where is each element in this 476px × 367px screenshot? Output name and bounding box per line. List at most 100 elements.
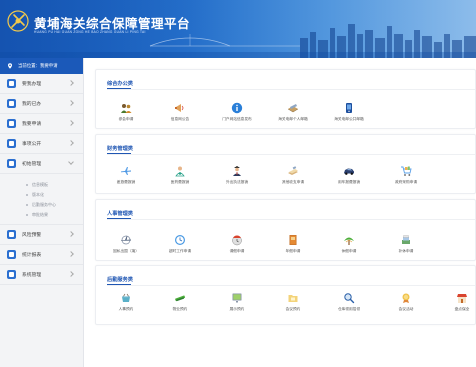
phone-icon [346,103,352,113]
init-icon [7,159,16,168]
app-portal-publish[interactable]: 门户网站信息发布 [207,102,267,122]
system-icon [7,270,16,279]
main-content: 综合办公类 参会申请 信息网公告 门户网站信息发布 海关电邮个人邮箱 海关电邮公… [95,64,476,367]
app-gov-procurement[interactable]: 政府采购申请 [376,165,436,185]
app-label: 仓库领用招领 [337,307,361,311]
app-label: 参会申请 [118,117,134,121]
app-meeting-booking[interactable]: 会议预约 [263,292,323,312]
divider [107,285,475,286]
app-enforcement-reimburse[interactable]: 外出执法报销 [207,165,267,185]
app-label: 信息网公告 [170,117,190,121]
app-private-travel[interactable]: 因私出国（境） [96,234,156,254]
app-label: 年假申请 [285,249,301,253]
section-general-office: 综合办公类 参会申请 信息网公告 门户网站信息发布 海关电邮个人邮箱 海关电邮公… [95,69,476,129]
monitor-icon [232,293,242,303]
app-leave-apply[interactable]: 请假申请 [207,234,267,254]
info-icon [231,102,243,114]
sidebar-item-system[interactable]: 系统管理 [0,265,83,285]
todo-icon [7,79,16,88]
done-icon [7,99,16,108]
app-subtitle: HUANG PU HAI GUAN ZONG HE BAO ZHANG GUAN… [34,30,146,34]
app-display-booking[interactable]: 展示预约 [207,292,267,312]
subnav-item[interactable]: 后勤服务中心 [0,200,83,210]
sidebar-item-label: 要我办理 [22,82,42,87]
app-label: 其他收支申请 [281,180,305,184]
cart-icon [401,166,412,176]
app-notice[interactable]: 信息网公告 [150,102,210,122]
chevron-right-icon [68,80,74,86]
chevron-right-icon [68,100,74,106]
app-property-booking[interactable]: 物业预约 [150,292,210,312]
app-label: 用车报费报销 [337,180,361,184]
subnav-item[interactable]: 审批结果 [0,210,83,220]
apply-icon [7,119,16,128]
folder-icon [288,295,298,302]
location-pin-icon [8,63,12,69]
magnifier-icon [344,293,355,304]
app-label: 医药费报销 [170,180,190,184]
section-logistics: 后勤服务类 人事预约 物业预约 展示预约 会议预约 仓库领用招领 会议活动 盘点… [95,265,476,325]
app-label: 政府采购申请 [394,180,418,184]
sidebar-item-label: 我的已办 [22,102,42,107]
book-icon [289,235,297,245]
app-overtime-apply[interactable]: 超时工作申请 [150,234,210,254]
car-icon [344,168,354,175]
divider [107,89,475,90]
calendar-clock-icon [232,235,242,246]
wrench-icon [175,295,186,302]
app-inventory-security[interactable]: 盘点保全 [432,292,476,312]
sidebar-item-apply[interactable]: 我要申请 [0,114,83,134]
section-title: 财务管理类 [107,146,133,154]
app-label: 差旅费报销 [116,180,136,184]
section-finance: 财务管理类 差旅费报销 医药费报销 外出执法报销 其他收支申请 用车报费报销 政… [95,134,476,194]
sidebar-item-risk[interactable]: 风险预警 [0,225,83,245]
sidebar-item-reports[interactable]: 统计报表 [0,245,83,265]
reports-icon [7,250,16,259]
app-meeting-apply[interactable]: 参会申请 [96,102,156,122]
app-travel-reimburse[interactable]: 差旅费报销 [96,165,156,185]
subnav-item[interactable]: 版本化 [0,190,83,200]
document-icon [288,166,298,175]
app-label: 会议预约 [285,307,301,311]
divider [107,154,475,155]
app-warehouse-claim[interactable]: 仓库领用招领 [319,292,379,312]
officer-icon [233,166,241,176]
sidebar-item-label: 统计报表 [22,253,42,258]
sidebar-item-done[interactable]: 我的已办 [0,94,83,114]
app-medical-reimburse[interactable]: 医药费报销 [150,165,210,185]
app-label: 超时工作申请 [168,249,192,253]
tree-icon [344,237,354,245]
app-label: 会议活动 [398,307,414,311]
sidebar-item-todo[interactable]: 要我办理 [0,74,83,94]
chevron-right-icon [68,271,74,277]
section-title: 人事管理类 [107,211,133,219]
airplane-icon [121,167,131,175]
sidebar-item-init[interactable]: 初始管理 [0,154,83,174]
breadcrumb-text: 当前位置：我要申请 [18,63,58,68]
app-other-income[interactable]: 其他收支申请 [263,165,323,185]
app-label: 门户网站信息发布 [222,117,252,121]
clock-icon [175,235,185,245]
app-personal-mail[interactable]: 海关电邮个人邮箱 [263,102,323,122]
app-vehicle-reimburse[interactable]: 用车报费报销 [319,165,379,185]
app-label: 展示预约 [229,307,245,311]
chevron-right-icon [68,120,74,126]
mail-icon [287,104,299,113]
app-public-mail[interactable]: 海关电邮公共邮箱 [319,102,379,122]
app-vacation-apply[interactable]: 休假申请 [319,234,379,254]
chevron-right-icon [68,140,74,146]
app-label: 休假申请 [341,249,357,253]
app-label: 请假申请 [229,249,245,253]
basket-icon [122,293,130,302]
app-compensatory-leave[interactable]: 补休申请 [376,234,436,254]
app-label: 盘点保全 [454,307,470,311]
app-label: 人事预约 [118,307,134,311]
subnav-item[interactable]: 信息模板 [0,180,83,190]
customs-logo [7,10,29,32]
section-title: 综合办公类 [107,81,133,89]
app-personnel-booking[interactable]: 人事预约 [96,292,156,312]
app-label: 海关电邮个人邮箱 [278,117,308,121]
app-meeting-event[interactable]: 会议活动 [376,292,436,312]
sidebar-item-public[interactable]: 事项公开 [0,134,83,154]
app-annual-leave[interactable]: 年假申请 [263,234,323,254]
